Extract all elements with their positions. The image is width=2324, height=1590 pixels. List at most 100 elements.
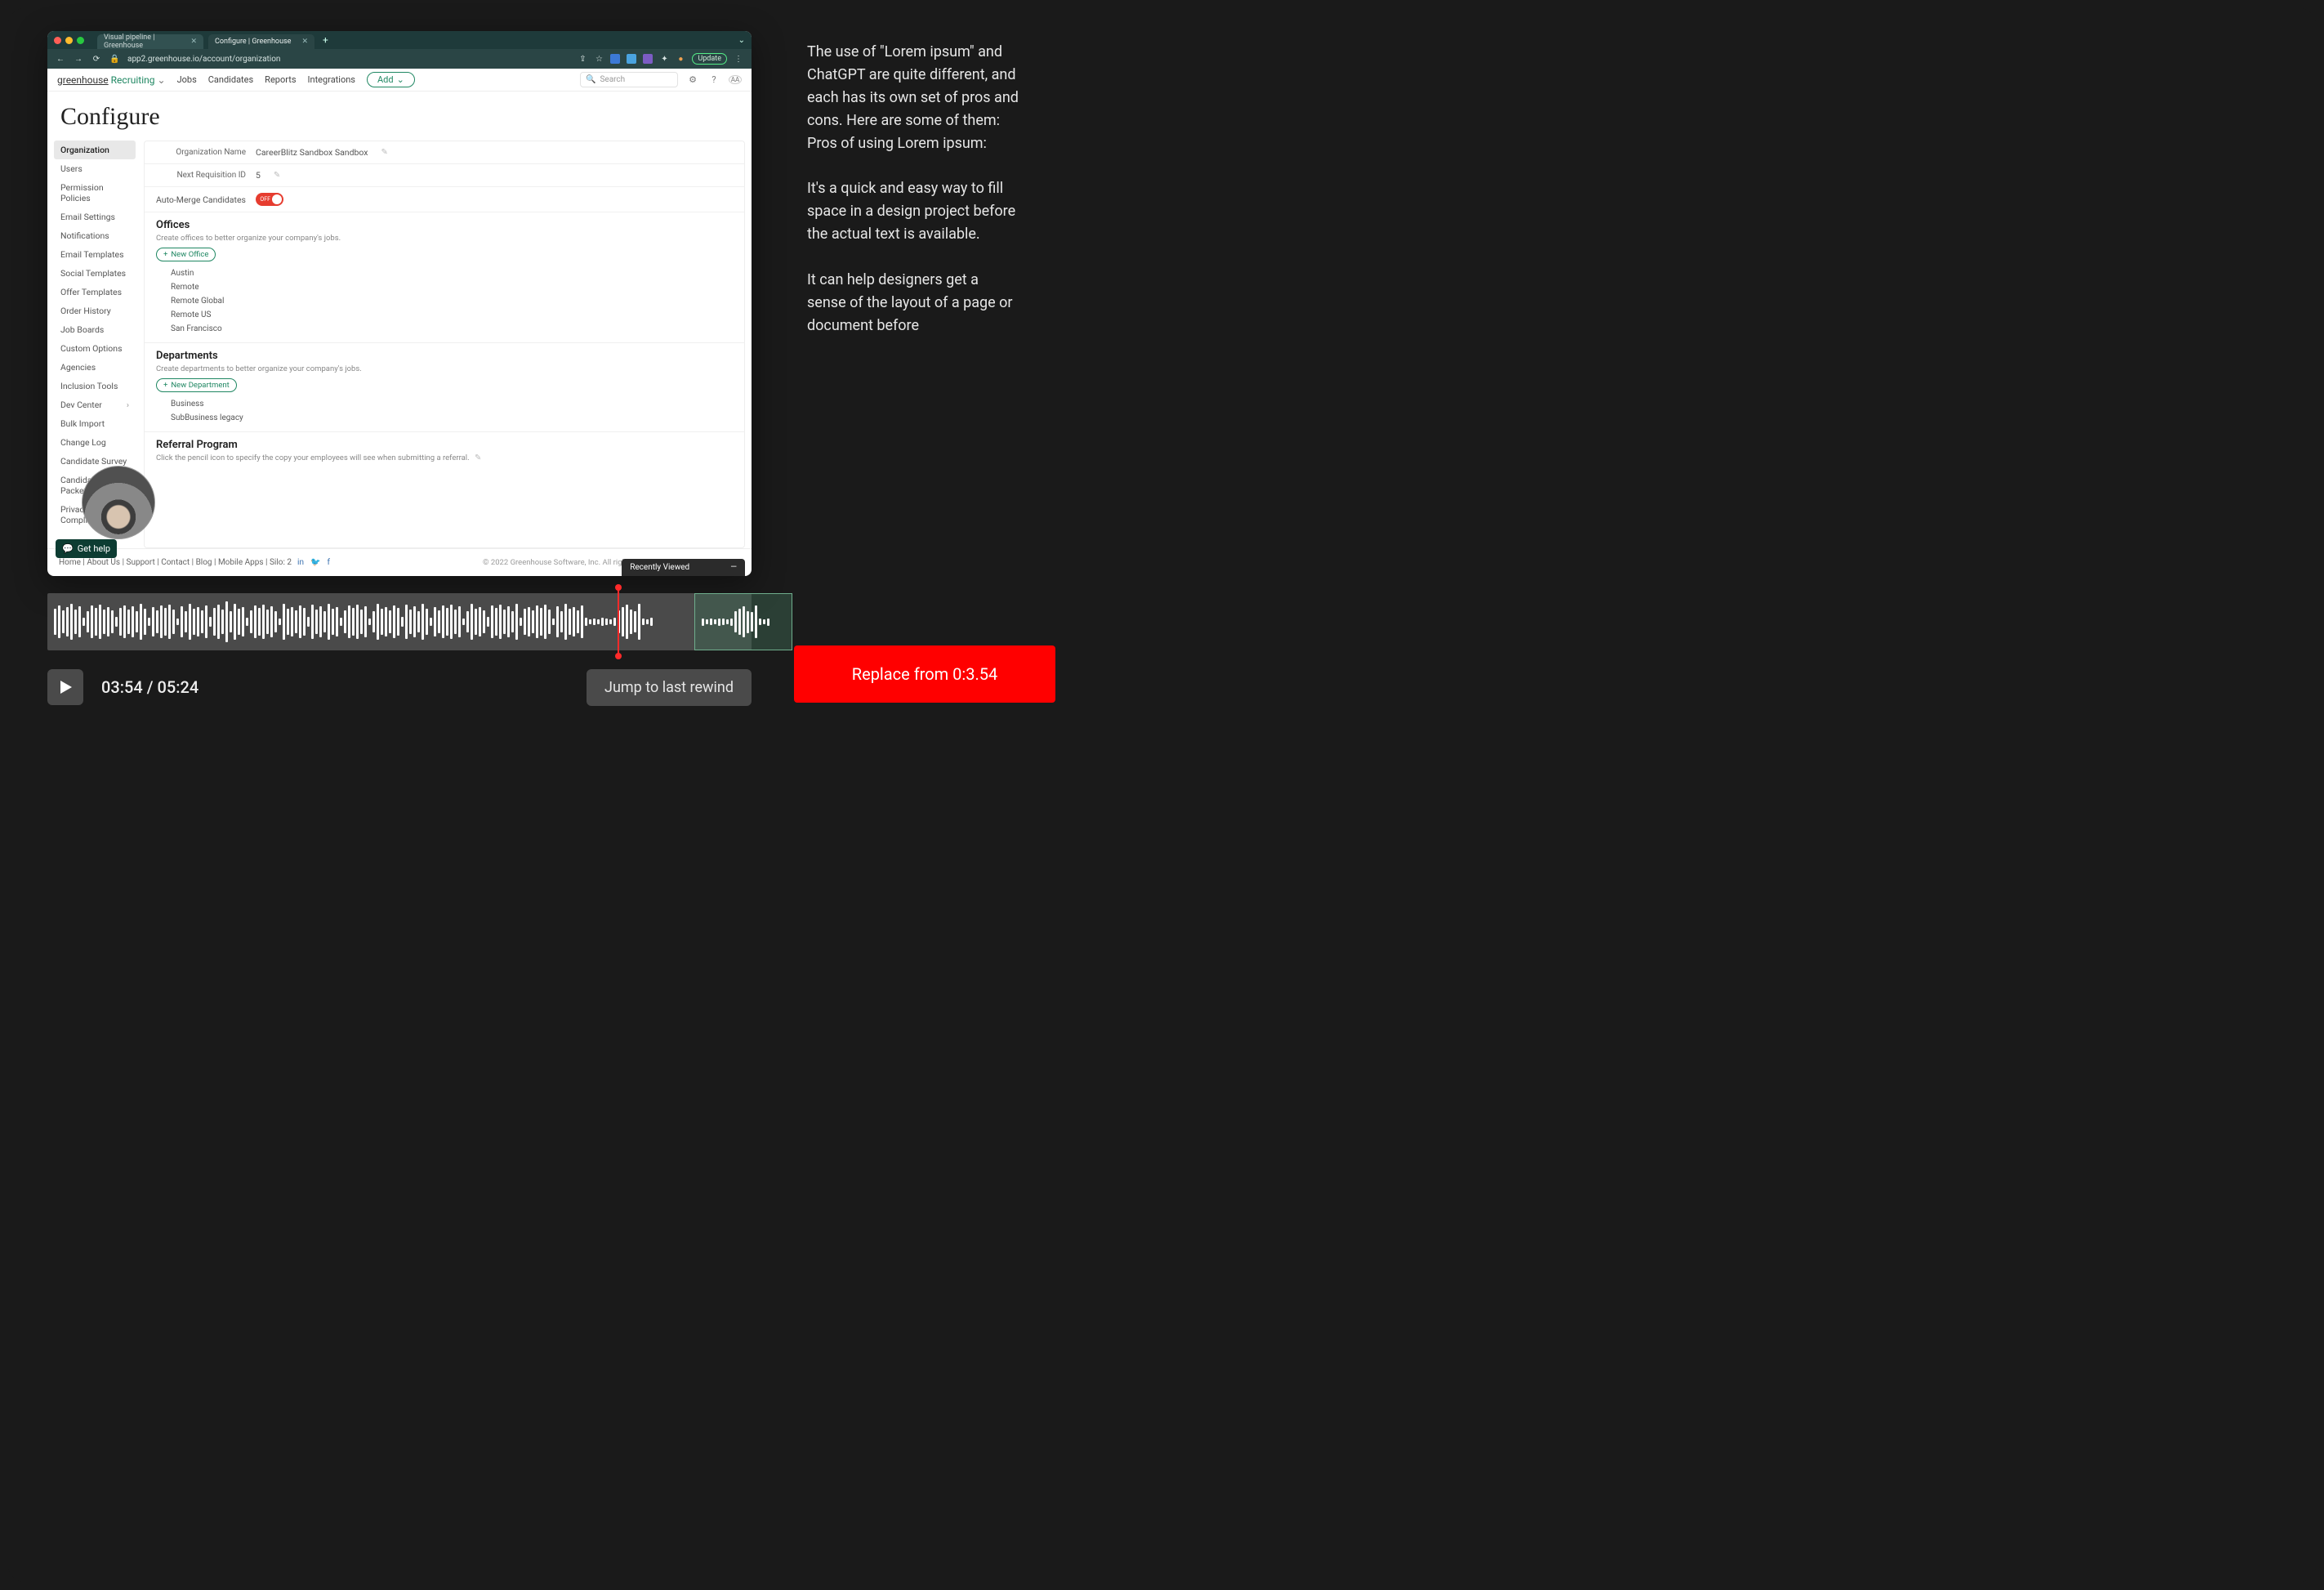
sidebar-item[interactable]: Social Templates xyxy=(54,264,136,283)
waveform-bar xyxy=(646,619,649,624)
collapse-tabs-icon[interactable]: ⌄ xyxy=(738,36,745,45)
footer-link[interactable]: Silo: 2 xyxy=(270,558,292,567)
waveform-bar xyxy=(176,619,179,625)
close-tab-icon[interactable]: ✕ xyxy=(190,38,197,46)
sidebar-item[interactable]: Users xyxy=(54,159,136,178)
presenter-avatar[interactable] xyxy=(82,466,155,539)
sidebar-item[interactable]: Inclusion Tools xyxy=(54,377,136,395)
waveform-bar xyxy=(181,606,183,637)
new-office-button[interactable]: + New Office xyxy=(156,248,216,261)
waveform-bar xyxy=(409,610,412,634)
departments-desc: Create departments to better organize yo… xyxy=(156,364,733,373)
linkedin-icon[interactable]: in xyxy=(297,558,304,567)
extension-icon[interactable] xyxy=(627,54,636,64)
playhead[interactable] xyxy=(618,587,619,656)
sidebar-item[interactable]: Permission Policies xyxy=(54,178,136,208)
browser-tab[interactable]: Visual pipeline | Greenhouse ✕ xyxy=(97,34,203,49)
office-row[interactable]: Remote xyxy=(156,280,733,294)
department-row[interactable]: SubBusiness legacy xyxy=(156,411,733,425)
footer-link[interactable]: Home xyxy=(59,558,81,567)
footer-link[interactable]: Contact xyxy=(161,558,190,567)
jump-to-last-rewind-button[interactable]: Jump to last rewind xyxy=(587,669,752,706)
waveform-bar xyxy=(601,618,604,626)
audio-waveform-track[interactable] xyxy=(47,593,752,650)
automerge-toggle[interactable]: OFF xyxy=(256,193,283,206)
waveform-bar xyxy=(385,607,387,636)
brand-logo[interactable]: greenhouse Recruiting ⌄ xyxy=(57,74,166,86)
account-icon[interactable]: ● xyxy=(676,55,685,64)
edit-pencil-icon[interactable]: ✎ xyxy=(475,453,481,462)
chevron-down-icon[interactable]: ⌄ xyxy=(158,74,166,86)
waveform-bar xyxy=(767,619,769,626)
add-button[interactable]: Add ⌄ xyxy=(367,72,415,87)
player-controls: 03:54 / 05:24 Jump to last rewind xyxy=(47,667,752,708)
sidebar-item[interactable]: Notifications xyxy=(54,226,136,245)
extension-icon[interactable] xyxy=(610,54,620,64)
browser-menu-icon[interactable]: ⋮ xyxy=(734,55,743,64)
new-tab-button[interactable]: + xyxy=(323,34,328,46)
waveform-bar xyxy=(417,611,420,632)
new-department-button[interactable]: + New Department xyxy=(156,378,237,392)
sidebar-item[interactable]: Job Boards xyxy=(54,320,136,339)
sidebar-item[interactable]: Change Log xyxy=(54,433,136,452)
sidebar-item[interactable]: Agencies xyxy=(54,358,136,377)
star-icon[interactable]: ☆ xyxy=(594,55,604,64)
update-button[interactable]: Update xyxy=(692,53,727,65)
sidebar-item[interactable]: Bulk Import xyxy=(54,414,136,433)
waveform-bar xyxy=(556,606,559,637)
facebook-icon[interactable]: f xyxy=(327,558,329,567)
forward-button[interactable]: → xyxy=(74,55,83,64)
minimize-window-icon[interactable] xyxy=(65,37,73,44)
browser-tab-active[interactable]: Configure | Greenhouse ✕ xyxy=(208,34,314,49)
get-help-button[interactable]: 💬 Get help xyxy=(56,539,117,558)
maximize-window-icon[interactable] xyxy=(77,37,84,44)
window-controls[interactable] xyxy=(54,37,84,44)
waveform-bar xyxy=(87,611,89,632)
waveform-bar xyxy=(197,607,199,636)
gear-icon[interactable]: ⚙ xyxy=(686,74,699,85)
sidebar-item[interactable]: Offer Templates xyxy=(54,283,136,301)
close-tab-icon[interactable]: ✕ xyxy=(301,38,308,46)
twitter-icon[interactable]: 🐦 xyxy=(310,558,320,567)
nav-candidates[interactable]: Candidates xyxy=(208,74,253,85)
extension-icon[interactable] xyxy=(643,54,653,64)
browser-tabbar: Visual pipeline | Greenhouse ✕ Configure… xyxy=(47,31,752,49)
sidebar-item[interactable]: Email Templates xyxy=(54,245,136,264)
nav-reports[interactable]: Reports xyxy=(265,74,296,85)
office-row[interactable]: Remote Global xyxy=(156,294,733,308)
help-icon[interactable]: ? xyxy=(707,74,720,85)
share-icon[interactable]: ⇪ xyxy=(578,55,587,64)
office-row[interactable]: Remote US xyxy=(156,308,733,322)
waveform-bar xyxy=(499,605,502,639)
url-display[interactable]: app2.greenhouse.io/account/organization xyxy=(127,55,280,64)
edit-pencil-icon[interactable]: ✎ xyxy=(381,148,388,157)
waveform-bar xyxy=(605,619,608,625)
sidebar-item[interactable]: Organization xyxy=(54,141,136,159)
reload-button[interactable]: ⟳ xyxy=(91,55,101,64)
sidebar-item[interactable]: Email Settings xyxy=(54,208,136,226)
office-row[interactable]: San Francisco xyxy=(156,322,733,336)
search-input[interactable]: 🔍 Search xyxy=(580,72,678,87)
edit-pencil-icon[interactable]: ✎ xyxy=(274,171,280,180)
footer-link[interactable]: Mobile Apps xyxy=(218,558,264,567)
sidebar-item[interactable]: Custom Options xyxy=(54,339,136,358)
recently-viewed-panel[interactable]: Recently Viewed — xyxy=(622,559,745,576)
department-row[interactable]: Business xyxy=(156,397,733,411)
close-window-icon[interactable] xyxy=(54,37,61,44)
nav-jobs[interactable]: Jobs xyxy=(177,74,197,85)
nav-integrations[interactable]: Integrations xyxy=(308,74,355,85)
sidebar-item[interactable]: Dev Center xyxy=(54,395,136,414)
sidebar-item[interactable]: Order History xyxy=(54,301,136,320)
replace-from-button[interactable]: Replace from 0:3.54 xyxy=(794,645,1055,703)
footer-link[interactable]: About Us xyxy=(87,558,120,567)
footer-link[interactable]: Blog xyxy=(196,558,212,567)
back-button[interactable]: ← xyxy=(56,55,65,64)
avatar-icon[interactable]: AA xyxy=(729,75,742,84)
office-row[interactable]: Austin xyxy=(156,266,733,280)
minimize-icon[interactable]: — xyxy=(730,563,737,572)
footer-link[interactable]: Support xyxy=(127,558,155,567)
extensions-menu-icon[interactable]: ✦ xyxy=(659,55,669,64)
waveform-bar xyxy=(434,607,436,636)
play-button[interactable] xyxy=(47,669,83,705)
waveform-bar xyxy=(323,611,326,632)
